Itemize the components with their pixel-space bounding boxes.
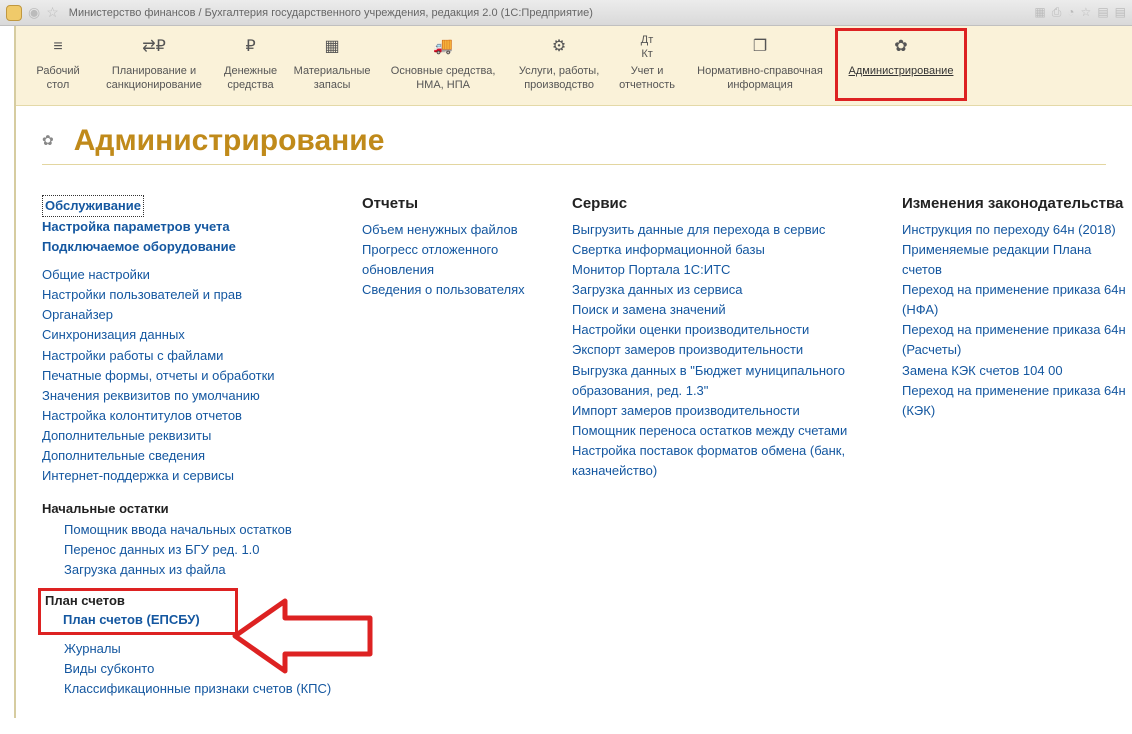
debit-credit-icon: ДтКт xyxy=(641,36,654,58)
toolbar-icon[interactable]: ⎙ xyxy=(1052,5,1062,20)
nav-link[interactable]: Настройки пользователей и прав xyxy=(42,285,332,305)
section-desktop[interactable]: ≡ Рабочий стол xyxy=(28,34,88,95)
nav-back-icon[interactable]: ◉ xyxy=(28,4,40,21)
page-header: ✿ Администрирование xyxy=(42,124,1106,165)
toolbar-icon[interactable]: ☆ xyxy=(1081,5,1092,20)
window-title: Министерство финансов / Бухгалтерия госу… xyxy=(69,7,1029,19)
column-service: Сервис Выгрузить данные для перехода в с… xyxy=(572,195,872,700)
nav-link[interactable]: Поиск и замена значений xyxy=(572,300,872,320)
columns: Обслуживание Настройка параметров учета … xyxy=(42,195,1106,700)
column-left: Обслуживание Настройка параметров учета … xyxy=(42,195,332,700)
nav-link[interactable]: Помощник ввода начальных остатков xyxy=(64,520,332,540)
nav-link[interactable]: Перенос данных из БГУ ред. 1.0 xyxy=(64,540,332,560)
nav-link[interactable]: Применяемые редакции Плана счетов xyxy=(902,240,1132,280)
nav-link[interactable]: Загрузка данных из сервиса xyxy=(572,280,872,300)
section-title-reports: Отчеты xyxy=(362,195,542,212)
toolbar-icon[interactable]: ▦ xyxy=(1034,5,1045,20)
section-money[interactable]: ₽ Денежные средства xyxy=(220,34,281,95)
nav-link[interactable]: Интернет-поддержка и сервисы xyxy=(42,466,332,486)
sliders-icon: ⚙︎ xyxy=(552,36,566,58)
column-reports: Отчеты Объем ненужных файлов Прогресс от… xyxy=(362,195,542,700)
nav-link[interactable]: Виды субконто xyxy=(64,659,332,679)
section-reference[interactable]: ❐ Нормативно-справочная информация xyxy=(685,34,835,95)
toolbar-icon[interactable]: ▤ xyxy=(1115,5,1126,20)
section-accounting[interactable]: ДтКт Учет и отчетность xyxy=(615,34,679,95)
nav-link[interactable]: Значения реквизитов по умолчанию xyxy=(42,386,332,406)
favorite-icon[interactable]: ☆ xyxy=(46,4,59,21)
gear-icon[interactable]: ✿ xyxy=(42,132,54,149)
toolbar-icon[interactable]: ▤ xyxy=(1097,5,1108,20)
section-materials[interactable]: ▦ Материальные запасы xyxy=(287,34,377,95)
nav-link[interactable]: Загрузка данных из файла xyxy=(64,560,332,580)
gear-icon: ✿ xyxy=(894,36,907,58)
nav-link[interactable]: Сведения о пользователях xyxy=(362,280,542,300)
link-settings[interactable]: Настройка параметров учета xyxy=(42,217,332,237)
column-legislation: Изменения законодательства Инструкция по… xyxy=(902,195,1132,700)
nav-link[interactable]: Синхронизация данных xyxy=(42,325,332,345)
nav-link[interactable]: Выгрузка данных в "Бюджет муниципального… xyxy=(572,361,872,401)
nav-link[interactable]: Переход на применение приказа 64н (НФА) xyxy=(902,280,1132,320)
nav-link[interactable]: Замена КЭК счетов 104 00 xyxy=(902,361,1132,381)
section-administration[interactable]: ✿ Администрирование xyxy=(841,34,961,95)
app-icon xyxy=(6,5,22,21)
nav-link[interactable]: Классификационные признаки счетов (КПС) xyxy=(64,679,332,699)
nav-link[interactable]: Переход на применение приказа 64н (Расче… xyxy=(902,320,1132,360)
nav-link[interactable]: Монитор Портала 1С:ИТС xyxy=(572,260,872,280)
nav-link[interactable]: Настройка поставок форматов обмена (банк… xyxy=(572,441,872,481)
page-title: Администрирование xyxy=(74,124,385,158)
window-titlebar: ◉ ☆ Министерство финансов / Бухгалтерия … xyxy=(0,0,1132,26)
nav-link[interactable]: Настройки работы с файлами xyxy=(42,346,332,366)
section-fixed-assets[interactable]: 🚚 Основные средства, НМА, НПА xyxy=(383,34,503,95)
nav-link[interactable]: Настройки оценки производительности xyxy=(572,320,872,340)
cart-icon: ⇄₽ xyxy=(142,36,166,58)
section-title-legislation: Изменения законодательства xyxy=(902,195,1132,212)
section-services[interactable]: ⚙︎ Услуги, работы, производство xyxy=(509,34,609,95)
subheader-initial-balance: Начальные остатки xyxy=(42,501,332,516)
link-maintenance[interactable]: Обслуживание xyxy=(42,195,144,217)
app-frame: ≡ Рабочий стол ⇄₽ Планирование и санкцио… xyxy=(14,26,1132,718)
link-equipment[interactable]: Подключаемое оборудование xyxy=(42,237,332,257)
nav-link[interactable]: Объем ненужных файлов xyxy=(362,220,542,240)
subheader-chart-accounts: План счетов xyxy=(45,593,227,608)
section-toolbar: ≡ Рабочий стол ⇄₽ Планирование и санкцио… xyxy=(16,26,1132,106)
nav-link[interactable]: Прогресс отложенного обновления xyxy=(362,240,542,280)
nav-link[interactable]: Свертка информационной базы xyxy=(572,240,872,260)
nav-link[interactable]: Переход на применение приказа 64н (КЭК) xyxy=(902,381,1132,421)
nav-link[interactable]: Выгрузить данные для перехода в сервис xyxy=(572,220,872,240)
copy-icon: ❐ xyxy=(753,36,767,58)
nav-link[interactable]: Журналы xyxy=(64,639,332,659)
hamburger-icon: ≡ xyxy=(53,36,62,58)
window-controls: ▦ ⎙ ◔ ☆ ▤ ▤ xyxy=(1034,5,1126,20)
truck-icon: 🚚 xyxy=(433,36,453,58)
link-plan-epsbu[interactable]: План счетов (ЕПСБУ) xyxy=(63,610,227,630)
boxes-icon: ▦ xyxy=(325,36,340,58)
nav-link[interactable]: Общие настройки xyxy=(42,265,332,285)
nav-link[interactable]: Импорт замеров производительности xyxy=(572,401,872,421)
nav-link[interactable]: Органайзер xyxy=(42,305,332,325)
nav-link[interactable]: Дополнительные реквизиты xyxy=(42,426,332,446)
section-title-service: Сервис xyxy=(572,195,872,212)
nav-link[interactable]: Инструкция по переходу 64н (2018) xyxy=(902,220,1132,240)
page-body: ✿ Администрирование Обслуживание Настрой… xyxy=(16,106,1132,718)
section-planning[interactable]: ⇄₽ Планирование и санкционирование xyxy=(94,34,214,95)
highlight-plan-box: План счетов План счетов (ЕПСБУ) xyxy=(38,588,238,635)
ruble-icon: ₽ xyxy=(245,36,255,58)
nav-link[interactable]: Дополнительные сведения xyxy=(42,446,332,466)
nav-link[interactable]: Настройка колонтитулов отчетов xyxy=(42,406,332,426)
nav-link[interactable]: Экспорт замеров производительности xyxy=(572,340,872,360)
nav-link[interactable]: Помощник переноса остатков между счетами xyxy=(572,421,872,441)
toolbar-icon[interactable]: ◔ xyxy=(1067,5,1074,20)
nav-link[interactable]: Печатные формы, отчеты и обработки xyxy=(42,366,332,386)
